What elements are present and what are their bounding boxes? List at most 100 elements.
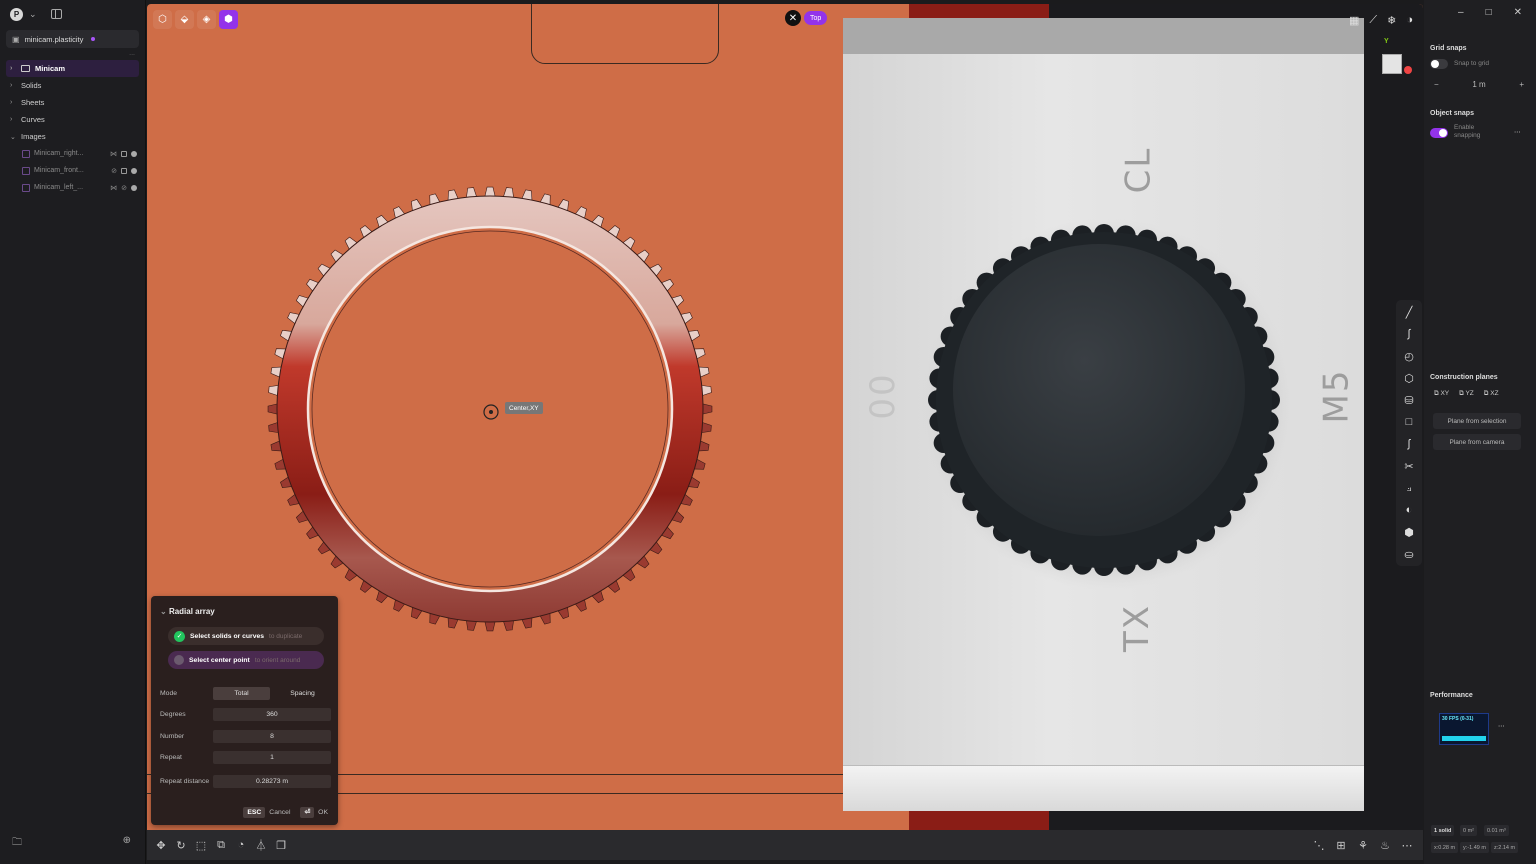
plane-from-selection-button[interactable]: Plane from selection — [1433, 413, 1521, 429]
mode-spacing-button[interactable]: Spacing — [274, 687, 331, 700]
snap-icon[interactable]: ⋱ — [1313, 839, 1325, 852]
radial-array-icon[interactable]: ◔ — [235, 839, 247, 851]
eye-icon[interactable] — [131, 184, 137, 191]
expand-arrow-icon[interactable]: › — [10, 65, 16, 72]
shading-icon[interactable]: ◑ — [1406, 14, 1413, 27]
ok-button[interactable]: ⏎ OK — [300, 807, 328, 818]
minimize-icon[interactable]: – — [1458, 7, 1464, 18]
visibility-icon[interactable]: ⋈ — [110, 150, 117, 158]
snap-options-icon[interactable]: ⋯ — [1514, 128, 1521, 136]
solid-select-icon[interactable]: ⬢ — [219, 10, 238, 29]
lock-icon[interactable] — [121, 150, 127, 157]
plane-yz-button[interactable]: ⧉ YZ — [1459, 390, 1474, 398]
orientation-gizmo[interactable]: Y — [1377, 38, 1412, 78]
increment-button[interactable]: + — [1519, 80, 1524, 89]
cut-tool-icon[interactable]: ✂ — [1401, 458, 1417, 474]
spline-tool-icon[interactable]: ʃ — [1401, 436, 1417, 452]
plane-from-camera-button[interactable]: Plane from camera — [1433, 434, 1521, 450]
number-input[interactable]: 8 — [213, 730, 331, 743]
gizmo-cube[interactable] — [1382, 54, 1402, 74]
more-icon[interactable]: ⋯ — [1401, 839, 1413, 852]
file-tab[interactable]: ▣ minicam.plasticity — [6, 30, 139, 48]
zoom-icon[interactable]: ⊕ — [123, 835, 131, 852]
move-icon[interactable]: ✥ — [155, 839, 167, 852]
edge-select-icon[interactable]: ⬙ — [175, 10, 194, 29]
vertex-select-icon[interactable]: ⬡ — [153, 10, 172, 29]
expand-arrow-icon[interactable]: › — [10, 82, 16, 89]
line-tool-icon[interactable]: ╱ — [1401, 304, 1417, 320]
view-orientation-badge[interactable]: Top — [804, 11, 828, 25]
face-select-icon[interactable]: ◈ — [197, 10, 216, 29]
expand-arrow-icon[interactable]: › — [10, 116, 16, 123]
lock-icon[interactable] — [121, 167, 127, 174]
decrement-button[interactable]: − — [1434, 80, 1439, 89]
rotate-icon[interactable]: ↻ — [175, 839, 187, 852]
image-item[interactable]: Minicam_front... ⊘ — [6, 162, 139, 179]
reference-image[interactable]: CL M5 TX 00 — [843, 18, 1364, 811]
grid-icon[interactable]: ▦ — [1349, 14, 1359, 27]
scale-icon[interactable]: ⬚ — [195, 839, 207, 852]
circle-tool-icon[interactable]: ◴ — [1401, 348, 1417, 364]
snap-to-grid-toggle[interactable] — [1430, 59, 1448, 69]
cylinder-tool-icon[interactable]: ⛁ — [1401, 392, 1417, 408]
plane-xy-label: XY — [1440, 390, 1450, 397]
gizmo-y-axis[interactable]: Y — [1384, 38, 1389, 45]
duplicate-icon[interactable]: ⧉ — [215, 839, 227, 851]
eye-icon[interactable] — [131, 167, 137, 174]
dialog-title[interactable]: ⌄ Radial array — [160, 607, 215, 616]
sphere-tool-icon[interactable]: ◐ — [1401, 502, 1417, 518]
maximize-icon[interactable]: □ — [1486, 7, 1492, 18]
measure-icon[interactable]: ⟋ — [1369, 14, 1377, 27]
collapse-arrow-icon[interactable]: ⌄ — [10, 133, 16, 141]
database-tool-icon[interactable]: ⛀ — [1401, 546, 1417, 562]
light-icon[interactable]: ♨ — [1379, 839, 1391, 852]
folder-open-icon[interactable]: 🗀 — [12, 835, 22, 852]
tree-item-images[interactable]: ⌄ Images — [6, 128, 139, 145]
mode-total-button[interactable]: Total — [213, 687, 270, 700]
repeat-distance-input[interactable]: 0.28273 m — [213, 775, 331, 788]
toggle-sidebar-icon[interactable] — [50, 9, 62, 19]
hidden-icon[interactable]: ⊘ — [111, 167, 117, 175]
image-item[interactable]: Minicam_left_... ⋈ ⊘ — [6, 179, 139, 196]
plane-xz-button[interactable]: ⧉ XZ — [1484, 390, 1499, 398]
tree-item-minicam[interactable]: › Minicam — [6, 60, 139, 77]
pending-icon — [174, 655, 184, 665]
tree-item-solids[interactable]: › Solids — [6, 77, 139, 94]
degrees-input[interactable]: 360 — [213, 708, 331, 721]
expand-arrow-icon[interactable]: › — [10, 99, 16, 106]
close-icon[interactable]: ✕ — [1514, 7, 1522, 18]
curve-tool-icon[interactable]: ∫ — [1401, 326, 1417, 342]
tree-item-sheets[interactable]: › Sheets — [6, 94, 139, 111]
chevron-down-icon[interactable]: ⌄ — [29, 9, 37, 20]
mirror-icon[interactable]: ⏃ — [255, 839, 267, 852]
cancel-button[interactable]: ESC Cancel — [243, 806, 290, 818]
3d-viewport[interactable]: Center,XY CL M5 TX 00 ⬡ ⬙ ◈ ⬢ ✕ Top ▦ ⟋ … — [147, 4, 1423, 830]
repeat-input[interactable]: 1 — [213, 751, 331, 764]
polygon-tool-icon[interactable]: ⬡ — [1401, 370, 1417, 386]
gizmo-x-axis[interactable] — [1404, 66, 1412, 74]
collapse-icon[interactable]: ⌄ — [160, 607, 169, 616]
eye-icon[interactable] — [131, 150, 137, 157]
copy-icon[interactable]: ❐ — [275, 839, 287, 852]
layout-icon[interactable]: ⊞ — [1335, 839, 1347, 852]
tree-item-curves[interactable]: › Curves — [6, 111, 139, 128]
image-item[interactable]: Minicam_right... ⋈ — [6, 145, 139, 162]
fillet-tool-icon[interactable]: ⟓ — [1401, 480, 1417, 496]
enable-snapping-toggle[interactable] — [1430, 128, 1448, 138]
select-center-step[interactable]: Select center point to orient around — [168, 651, 324, 669]
bottom-right-tools: ⋱ ⊞ ⚘ ♨ ⋯ — [1313, 839, 1423, 852]
rectangle-tool-icon[interactable]: □ — [1401, 414, 1417, 430]
visibility-icon[interactable]: ⋈ — [110, 184, 117, 192]
outliner-more-button[interactable]: ... — [0, 50, 145, 60]
close-view-icon[interactable]: ✕ — [785, 10, 801, 26]
render-mode-icon[interactable]: ❄ — [1387, 14, 1396, 27]
box-tool-icon[interactable]: ⬢ — [1401, 524, 1417, 540]
performance-more-icon[interactable]: ⋯ — [1498, 722, 1505, 730]
plane-xy-button[interactable]: ⧉ XY — [1434, 390, 1449, 398]
grid-size-value[interactable]: 1 m — [1472, 80, 1485, 89]
dial-model[interactable] — [260, 179, 720, 639]
hidden-icon[interactable]: ⊘ — [121, 184, 127, 192]
select-solids-step[interactable]: ✓ Select solids or curves to duplicate — [168, 627, 324, 645]
app-logo[interactable]: P — [10, 7, 23, 21]
scene-icon[interactable]: ⚘ — [1357, 839, 1369, 852]
